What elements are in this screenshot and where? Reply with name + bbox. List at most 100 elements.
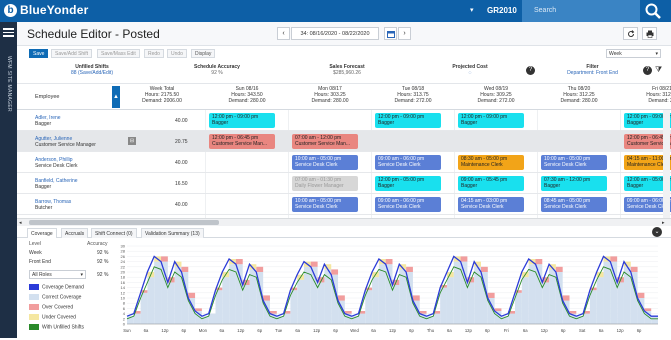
search-icon[interactable] [644,2,662,20]
shift-role: Maintenance Clerk [461,162,503,168]
correct-coverage-bar [617,282,624,324]
day-header[interactable]: Thu 08/20 Hours: 312.25 Demand: 280.00 [539,86,619,104]
employee-column-header[interactable]: Employee [35,94,59,100]
help-icon[interactable]: ? [643,66,652,75]
x-tick-label: 6p [561,328,566,333]
shift-role: Bagger [378,183,395,189]
level-week[interactable]: Week [29,250,42,256]
shift-block[interactable]: 09:00 am - 06:00 pm Service Desk Clerk [375,197,441,212]
tab-shift-connect[interactable]: Shift Connect (0) [91,228,137,238]
x-tick-label: 6a [599,328,604,333]
day-header[interactable]: Fri 08/21Hours: 312.50Demand: 28 [622,86,671,104]
x-tick-label: 6p [409,328,414,333]
view-select[interactable]: Week ▾ [606,49,661,58]
printer-icon [646,30,653,38]
y-tick-label: 6 [123,306,126,311]
y-tick-label: 20 [121,270,126,275]
over-covered-bar [263,295,270,301]
shift-block[interactable]: 08:30 am - 05:00 pm Maintenance Clerk [458,155,524,170]
save-button[interactable]: Save [29,49,49,58]
summary-stats: Unfilled Shifts 88 (Save/Add/Edit) Schedu… [17,61,671,84]
filter-icon[interactable]: ⧩ [655,65,662,75]
projected-cost-stat: Projected Cost ◌ [435,64,505,76]
over-covered-bar [310,261,318,267]
roles-select-value: All Roles [32,272,52,278]
redo-button[interactable]: Redo [144,49,164,58]
search-input[interactable]: Search [522,0,640,22]
day-header[interactable]: Wed 08/19 Hours: 309.25 Demand: 272.00 [456,86,536,104]
tab-accruals[interactable]: Accruals [61,228,89,238]
accuracy-week: 92 % [97,250,109,256]
shift-role: Bagger [378,120,395,126]
filter-link[interactable]: Department: Front End [555,70,630,76]
shift-block[interactable]: 12:00 pm - 05:00 pm Bagger [375,176,441,191]
legend-swatch [29,284,39,290]
next-week-button[interactable]: › [398,27,411,40]
x-tick-label: 12p [389,328,397,333]
shift-block[interactable]: 12:00 pm - 09:00 pm Bagger [375,113,441,128]
shift-block[interactable]: 04:15 am - 03:00 pm Service Desk Clerk [458,197,524,212]
vertical-scrollbar[interactable] [663,110,670,218]
correct-coverage-bar [167,282,175,324]
day-header[interactable]: Sun 08/16 Hours: 343.50 Demand: 280.00 [207,86,287,104]
day-header[interactable]: Tue 08/18 Hours: 313.75 Demand: 272.00 [373,86,453,104]
help-icon[interactable]: ? [526,66,535,75]
horizontal-scrollbar[interactable]: ◂ ▸ [17,218,671,226]
correct-coverage-bar [583,313,590,324]
employee-hours: 40.00 [175,118,188,124]
shift-block[interactable]: 07:30 am - 12:00 pm Bagger [541,176,607,191]
day-header[interactable]: Mon 08/17 Hours: 303.25 Demand: 280.00 [290,86,370,104]
x-tick-label: Tue [275,328,283,333]
shift-block[interactable]: 12:00 pm - 09:00 pm Bagger [209,113,275,128]
y-tick-label: 4 [123,311,126,316]
tab-coverage[interactable]: Coverage [27,228,57,238]
legend-swatch [29,314,39,320]
row-detail-icon[interactable]: ⊟ [128,137,136,145]
scroll-left-icon[interactable]: ◂ [19,220,22,226]
chevron-down-icon[interactable]: ▾ [470,6,474,14]
tab-validation-summary[interactable]: Validation Summary (13) [141,228,204,238]
shift-block[interactable]: 10:00 am - 05:00 pm Service Desk Clerk [292,197,358,212]
prev-week-button[interactable]: ‹ [277,27,290,40]
version-label[interactable]: GR2010 [487,6,517,15]
y-tick-label: 2 [123,316,126,321]
unfilled-shifts-link[interactable]: 88 (Save/Add/Edit) [57,70,127,76]
roles-select[interactable]: All Roles ▾ [29,270,86,279]
shift-block[interactable]: 08:45 am - 05:00 pm Service Desk Clerk [541,197,607,212]
date-range[interactable]: 34: 08/16/2020 - 08/22/2020 [291,27,379,40]
shift-block[interactable]: 07:00 am - 01:30 pm Daily Flower Manager [292,176,358,191]
shift-block[interactable]: 07:00 am - 12:00 pm Customer Service Man.… [292,134,358,149]
y-tick-label: 22 [121,264,126,269]
correct-coverage-bar [542,282,550,324]
hamburger-menu-icon[interactable] [3,26,14,39]
calendar-button[interactable] [384,27,397,40]
brand-logo[interactable]: b BlueYonder [4,3,88,17]
save-mass-edit-button[interactable]: Save/Mass Edit [97,49,140,58]
table-row[interactable]: Adler, Irene Bagger 40.00 [17,110,671,131]
refresh-button[interactable] [623,27,638,40]
scrollbar-thumb[interactable] [29,220,219,225]
undo-button[interactable]: Undo [167,49,187,58]
save-add-shift-button[interactable]: Save/Add Shift [51,49,93,58]
over-covered-bar [569,311,577,314]
chevron-down-icon: ▾ [80,272,83,278]
correct-coverage-bar [358,313,366,324]
collapse-panel-icon[interactable]: ⌄ [652,227,662,237]
x-tick-label: Sat [579,328,586,333]
scroll-right-icon[interactable]: ▸ [662,220,665,226]
day-demand: Demand: 28 [648,98,671,104]
day-demand: Demand: 280.00 [311,98,349,104]
shift-block[interactable]: 12:00 pm - 06:45 pmCustomer Service Man.… [209,134,275,149]
refresh-icon [627,29,634,37]
shift-role: Bagger [212,120,229,126]
shift-block[interactable]: 10:00 am - 05:00 pm Service Desk Clerk [292,155,358,170]
correct-coverage-bar [304,266,311,324]
level-front-end[interactable]: Front End [29,259,51,265]
display-button[interactable]: Display [191,49,216,58]
shift-block[interactable]: 09:00 am - 06:00 pm Service Desk Clerk [375,155,441,170]
shift-block[interactable]: 12:00 pm - 09:00 pm Bagger [458,113,524,128]
print-button[interactable] [642,27,657,40]
shift-block[interactable]: 09:00 am - 05:45 pm Bagger [458,176,524,191]
sort-up-icon[interactable]: ▲ [112,86,120,108]
shift-block[interactable]: 10:00 am - 05:00 pm Service Desk Clerk [541,155,607,170]
